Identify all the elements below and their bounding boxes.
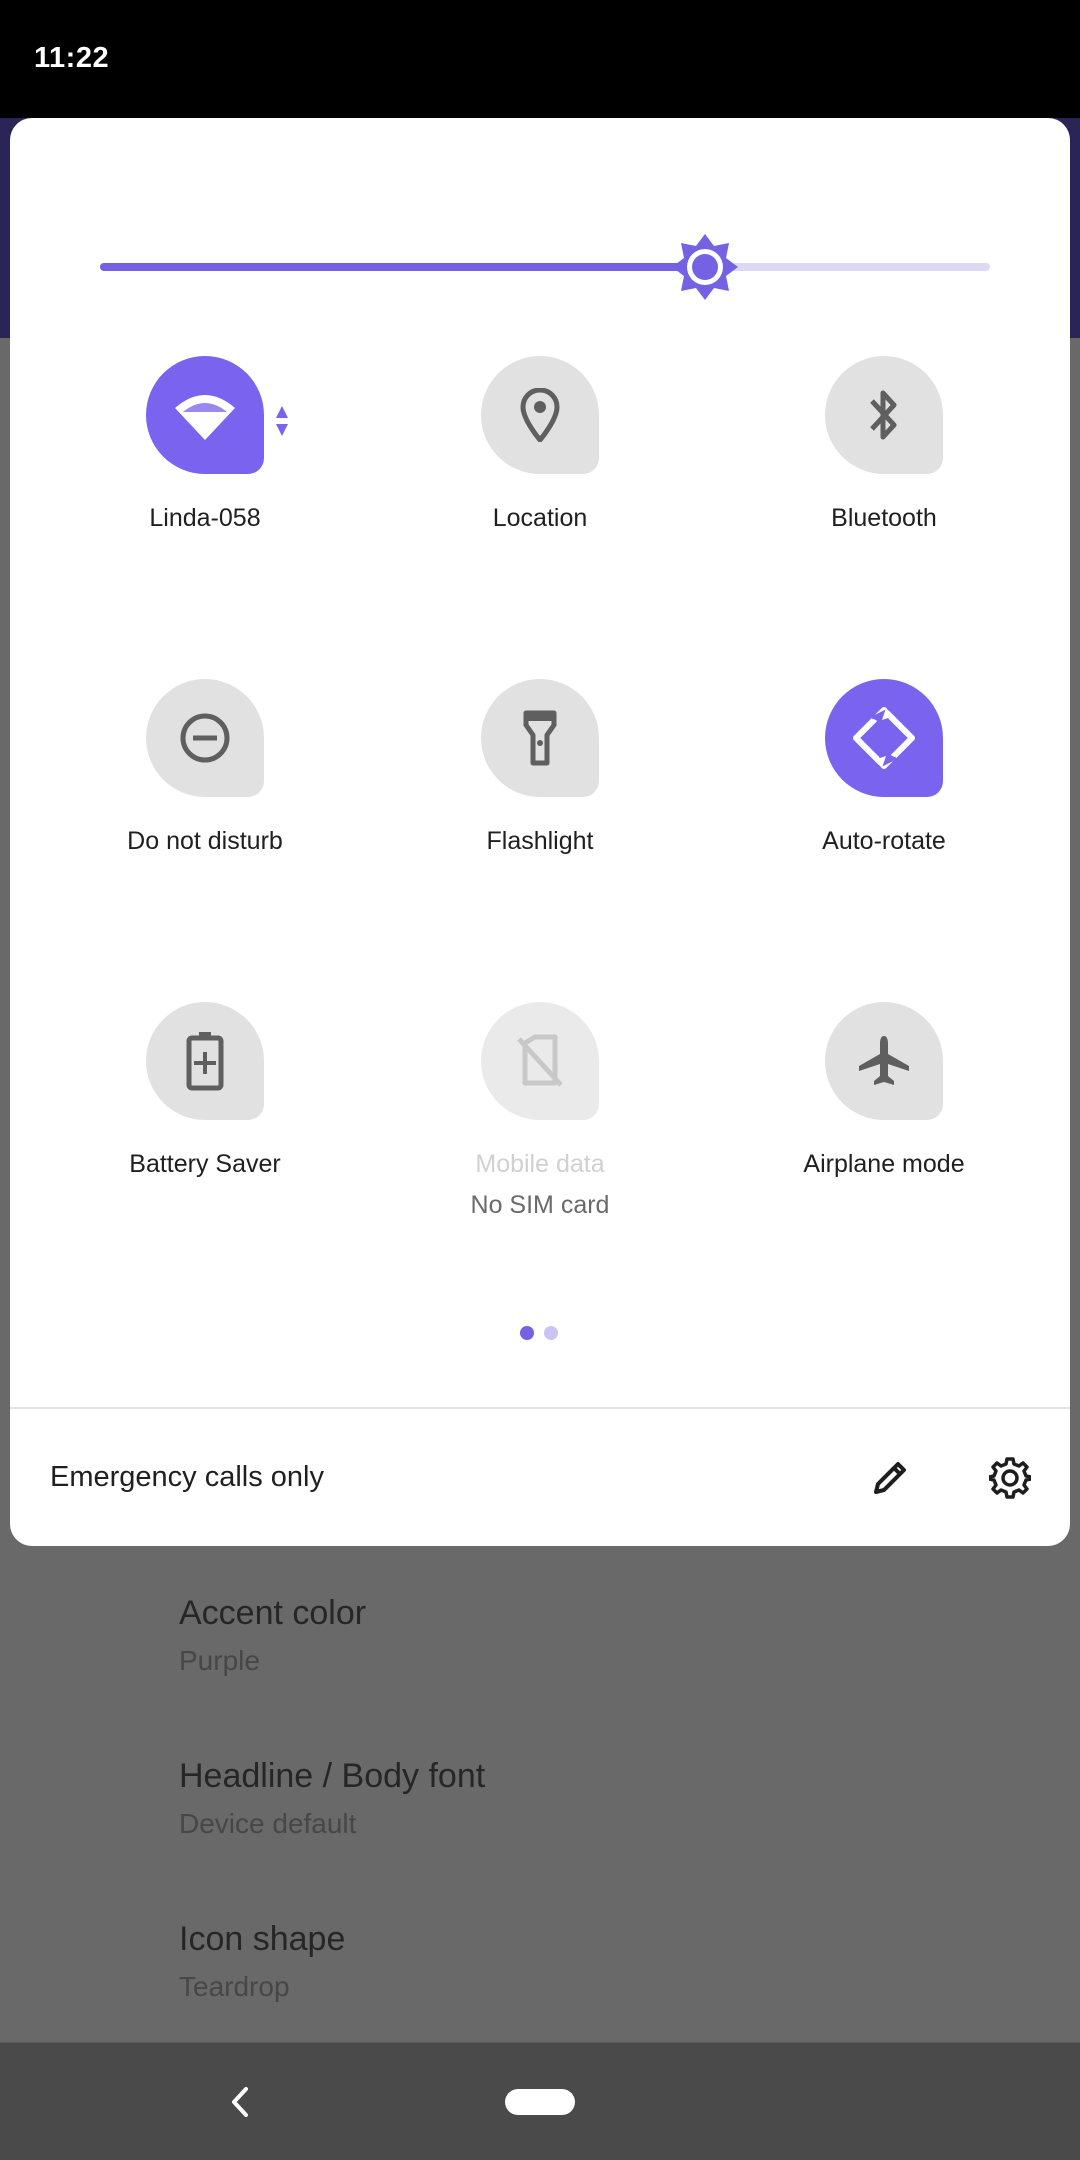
settings-button[interactable] [983,1451,1037,1505]
airplane-icon [859,1036,909,1085]
status-bar: 11:22 [0,0,1080,118]
tile-auto-rotate-button[interactable] [825,679,943,797]
wifi-icon [175,395,235,440]
home-button[interactable] [505,2089,575,2115]
setting-item-font[interactable]: Headline / Body font Device default [179,1757,485,1840]
bluetooth-icon [870,390,897,440]
pencil-icon [874,1462,906,1494]
tile-flashlight[interactable]: Flashlight [390,679,690,909]
tile-do-not-disturb[interactable]: Do not disturb [55,679,355,909]
location-icon [520,388,560,442]
tile-label: Airplane mode [803,1150,965,1178]
tile-bluetooth-button[interactable] [825,356,943,474]
setting-title: Accent color [179,1594,367,1632]
do-not-disturb-icon [180,713,230,763]
setting-item-accent-color[interactable]: Accent color Purple [179,1594,366,1677]
auto-rotate-icon [853,707,915,769]
setting-value: Teardrop [179,1971,290,2002]
tile-mobile-data[interactable]: Mobile data No SIM card [390,1002,690,1232]
no-sim-icon [517,1034,563,1087]
tile-flashlight-button[interactable] [481,679,599,797]
battery-saver-icon [186,1032,224,1091]
back-button[interactable] [218,2077,262,2127]
tile-wifi[interactable]: Linda-058 [55,356,355,586]
tile-auto-rotate[interactable]: Auto-rotate [734,679,1034,909]
setting-item-icon-shape[interactable]: Icon shape Teardrop [179,1920,345,2003]
tile-wifi-button[interactable] [146,356,288,474]
setting-value: Device default [179,1808,357,1839]
page-dot[interactable] [544,1326,558,1340]
tile-label: Mobile data [475,1150,605,1178]
quick-settings-panel: Linda-058 Location Bluetooth Do not dist… [10,118,1070,1546]
brightness-thumb[interactable] [670,232,740,302]
brightness-track-fill [100,263,705,271]
tile-mobile-data-button[interactable] [481,1002,599,1120]
tile-battery-saver[interactable]: Battery Saver [55,1002,355,1232]
setting-title: Headline / Body font [179,1757,486,1795]
page-indicator [520,1326,560,1342]
status-time: 11:22 [34,42,110,74]
brightness-slider[interactable] [100,232,990,302]
tile-label: Do not disturb [127,827,283,855]
tile-label: Flashlight [486,827,594,855]
gear-icon [989,1457,1031,1499]
tile-airplane-button[interactable] [825,1002,943,1120]
flashlight-icon [523,710,557,766]
navigation-bar [0,2043,1080,2160]
data-activity-arrows-icon [276,406,288,436]
tile-airplane-mode[interactable]: Airplane mode [734,1002,1034,1232]
brightness-sun-icon [672,234,738,300]
tile-dnd-button[interactable] [146,679,264,797]
edit-button[interactable] [863,1451,917,1505]
tile-location-button[interactable] [481,356,599,474]
tile-label: Bluetooth [831,504,937,532]
quick-settings-footer: Emergency calls only [10,1407,1070,1546]
tile-bluetooth[interactable]: Bluetooth [734,356,1034,586]
tile-label: Auto-rotate [822,827,946,855]
tile-label: Battery Saver [129,1150,281,1178]
tile-label: Location [492,504,588,532]
back-chevron-icon [232,2087,248,2117]
screen: Accent color Purple Headline / Body font… [0,0,1080,2160]
carrier-text: Emergency calls only [50,1461,324,1493]
tile-sublabel: No SIM card [470,1191,610,1219]
tile-label: Linda-058 [149,504,261,532]
tile-battery-saver-button[interactable] [146,1002,264,1120]
tile-location[interactable]: Location [390,356,690,586]
setting-title: Icon shape [179,1920,346,1958]
setting-value: Purple [179,1645,260,1676]
page-dot-active[interactable] [520,1326,534,1340]
